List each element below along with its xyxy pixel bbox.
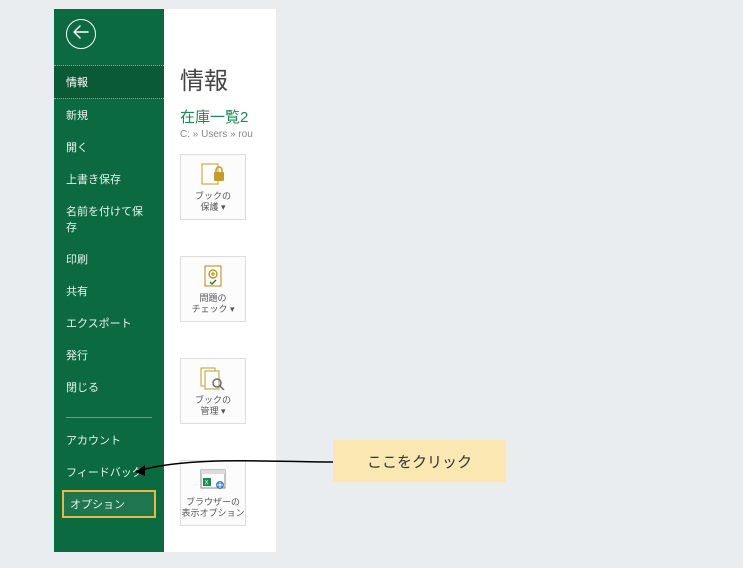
sidebar-label: オプション — [70, 499, 125, 511]
tile-manage-workbook[interactable]: ブックの 管理 ▾ — [180, 358, 246, 424]
sidebar-label: 印刷 — [66, 254, 88, 266]
sidebar-item-info[interactable]: 情報 — [54, 65, 164, 99]
tile-check-issues[interactable]: 問題の チェック ▾ — [180, 256, 246, 322]
sidebar-item-options[interactable]: オプション — [62, 490, 156, 518]
browser-options-icon: X — [199, 467, 227, 493]
sidebar-label: 上書き保存 — [66, 174, 121, 186]
tile-label-line1: ブックの — [195, 191, 231, 202]
sidebar-label: 発行 — [66, 350, 88, 362]
sidebar-item-account[interactable]: アカウント — [54, 424, 164, 456]
sidebar-item-share[interactable]: 共有 — [54, 275, 164, 307]
annotation-callout: ここをクリック — [333, 440, 506, 482]
backstage-sidebar: 情報 新規 開く 上書き保存 名前を付けて保存 印刷 共有 エクスポート 発行 … — [54, 9, 164, 552]
sidebar-label: 開く — [66, 142, 88, 154]
tile-label-line2: 保護 ▾ — [200, 202, 225, 213]
sidebar-label: 情報 — [66, 77, 88, 89]
sidebar-item-close[interactable]: 閉じる — [54, 371, 164, 403]
backstage-panel: 情報 新規 開く 上書き保存 名前を付けて保存 印刷 共有 エクスポート 発行 … — [54, 9, 276, 552]
svg-text:X: X — [205, 481, 209, 487]
back-button[interactable] — [66, 19, 96, 49]
sidebar-label: 名前を付けて保存 — [66, 206, 143, 234]
document-name: 在庫一覧2 — [180, 106, 264, 127]
sidebar-item-save[interactable]: 上書き保存 — [54, 163, 164, 195]
sidebar-item-feedback[interactable]: フィードバック — [54, 456, 164, 488]
sidebar-label: 閉じる — [66, 382, 99, 394]
manage-icon — [199, 365, 227, 391]
sidebar-label: 新規 — [66, 110, 88, 122]
sidebar-label: アカウント — [66, 435, 121, 447]
sidebar-item-print[interactable]: 印刷 — [54, 243, 164, 275]
tile-protect-workbook[interactable]: ブックの 保護 ▾ — [180, 154, 246, 220]
lock-icon — [199, 161, 227, 187]
sidebar-item-publish[interactable]: 発行 — [54, 339, 164, 371]
sidebar-item-export[interactable]: エクスポート — [54, 307, 164, 339]
tile-label-line1: 問題の — [199, 293, 226, 304]
sidebar-divider — [66, 417, 152, 418]
sidebar-label: 共有 — [66, 286, 88, 298]
document-path: C: » Users » rou — [180, 129, 264, 140]
page-title: 情報 — [180, 61, 264, 96]
sidebar-label: エクスポート — [66, 318, 132, 330]
tile-label-line1: ブックの — [195, 395, 231, 406]
sidebar-item-saveas[interactable]: 名前を付けて保存 — [54, 195, 164, 243]
tile-label-line2: 表示オプション — [181, 508, 244, 519]
tile-browser-view-options[interactable]: X ブラウザーの 表示オプション — [180, 460, 246, 526]
sidebar-item-new[interactable]: 新規 — [54, 99, 164, 131]
backstage-content: 情報 在庫一覧2 C: » Users » rou ブックの 保護 ▾ — [164, 9, 276, 552]
sidebar-label: フィードバック — [66, 467, 143, 479]
tile-label-line1: ブラウザーの — [186, 497, 240, 508]
tile-group: ブックの 保護 ▾ 問題の チェック ▾ — [180, 154, 264, 526]
tile-label-line2: 管理 ▾ — [200, 406, 225, 417]
arrow-left-icon — [73, 25, 89, 44]
tile-label-line2: チェック ▾ — [191, 304, 234, 315]
sidebar-item-open[interactable]: 開く — [54, 131, 164, 163]
callout-text: ここをクリック — [367, 451, 472, 472]
inspect-icon — [199, 263, 227, 289]
